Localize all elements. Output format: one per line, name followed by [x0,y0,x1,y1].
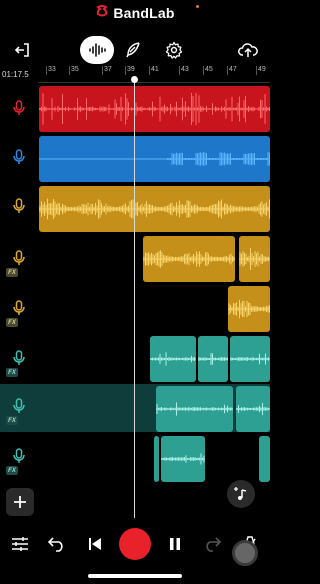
add-track-button[interactable] [6,488,34,516]
track-header-2[interactable] [0,135,38,183]
audio-clip[interactable] [230,336,270,382]
record-button[interactable] [119,528,151,560]
audio-clip[interactable] [150,336,196,382]
redo-icon [206,537,221,552]
ruler-mark: 45 [205,66,213,73]
fx-badge[interactable]: FX [6,318,18,327]
cloud-upload-icon [238,43,258,57]
fx-badge[interactable]: FX [6,416,18,425]
fx-badge[interactable]: FX [6,268,18,277]
ruler-mark: 35 [71,66,79,73]
brand-name: BandLab [113,5,175,21]
ruler-mark: 41 [151,66,159,73]
undo-button[interactable] [45,532,69,556]
home-indicator [88,574,182,578]
audio-clip[interactable] [154,436,159,482]
track-header-8[interactable]: FX [0,434,38,482]
mixer-icon [12,537,28,551]
ruler-mark: 37 [104,66,112,73]
track-header-7[interactable]: FX [0,384,38,432]
track-header-4[interactable]: FX [0,236,38,284]
microphone-icon [13,448,25,463]
playhead-handle[interactable] [131,76,138,83]
microphone-icon [13,250,25,265]
notification-dot [196,5,199,8]
track-header-6[interactable]: FX [0,336,38,384]
settings-button[interactable] [162,38,186,62]
waveform-mode-button[interactable] [80,36,114,64]
undo-icon [48,537,63,552]
waveform-icon [89,43,106,57]
add-instrument-button[interactable] [227,480,255,508]
save-upload-button[interactable] [236,38,260,62]
pause-icon [170,538,180,550]
skip-back-icon [89,538,101,550]
audio-clip[interactable] [228,286,270,332]
gear-icon [165,41,183,59]
fx-badge[interactable]: FX [6,466,18,475]
exit-button[interactable] [10,38,34,62]
plus-icon [14,496,26,508]
playhead-line[interactable] [134,78,135,518]
audio-clip[interactable] [39,136,270,182]
ruler-mark: 43 [181,66,189,73]
skip-back-button[interactable] [83,532,107,556]
ruler-mark: 47 [229,66,237,73]
studio-toolbar [0,34,270,66]
pause-button[interactable] [163,532,187,556]
ruler-mark: 39 [127,66,135,73]
microphone-icon [13,149,25,164]
bandlab-logo-icon [95,4,109,23]
audio-clip[interactable] [259,436,270,482]
lyrics-button[interactable] [121,38,145,62]
music-note-plus-icon [234,487,247,500]
audio-clip[interactable] [39,186,270,232]
feather-icon [126,42,140,58]
assistive-touch-button[interactable] [232,540,258,566]
audio-clip[interactable] [156,386,233,432]
brand-header: BandLab [0,0,270,26]
exit-icon [14,43,29,57]
audio-clip[interactable] [239,236,270,282]
audio-clip[interactable] [198,336,228,382]
track-header-1[interactable] [0,86,38,134]
microphone-icon [13,350,25,365]
audio-clip[interactable] [236,386,270,432]
microphone-icon [13,398,25,413]
mixer-button[interactable] [8,532,32,556]
microphone-icon [13,198,25,213]
transport-bar [0,524,270,564]
audio-clip[interactable] [143,236,235,282]
microphone-icon [13,100,25,115]
audio-clip[interactable] [161,436,205,482]
microphone-icon [13,300,25,315]
track-header-5[interactable]: FX [0,286,38,334]
fx-badge[interactable]: FX [6,368,18,377]
track-header-3[interactable] [0,184,38,232]
ruler-mark: 49 [258,66,266,73]
redo-button[interactable] [200,532,224,556]
audio-clip[interactable] [39,86,270,132]
ruler-mark: 33 [48,66,56,73]
